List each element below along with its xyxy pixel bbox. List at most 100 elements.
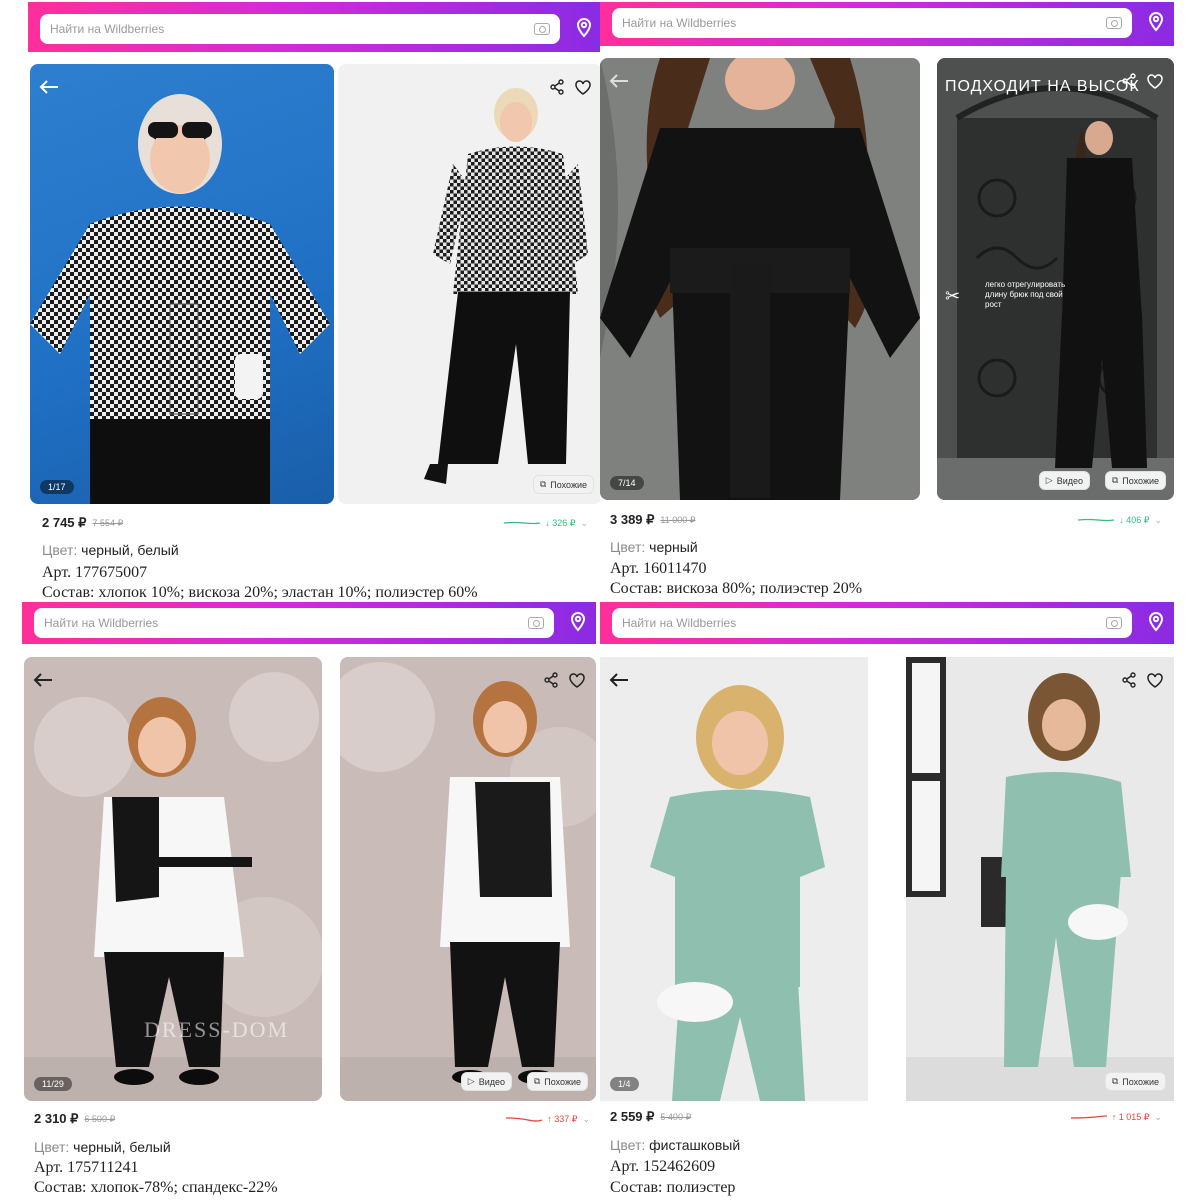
color-value: черный xyxy=(649,539,698,555)
trend-line xyxy=(504,521,541,525)
color-value: фисташковый xyxy=(649,1137,741,1153)
chevron-down-icon: ⌄ xyxy=(1154,1111,1162,1122)
search-header: Найти на Wildberries xyxy=(28,2,602,52)
photo-counter: 11/29 xyxy=(34,1077,72,1091)
old-price: 6 500 ₽ xyxy=(84,1113,116,1124)
trend-value: ↑ 1 015 ₽ xyxy=(1111,1111,1150,1122)
share-icon[interactable] xyxy=(540,669,562,691)
price-trend[interactable]: ↓ 326 ₽ ⌄ xyxy=(504,518,588,529)
color-row: Цвет: черный xyxy=(610,539,698,555)
color-label: Цвет: xyxy=(610,1137,646,1153)
photo-counter: 7/14 xyxy=(610,476,644,490)
photo-illustration xyxy=(906,657,1174,1101)
current-price: 2 745 ₽ xyxy=(42,515,87,530)
price-row: 2 745 ₽ 7 554 ₽ ↓ 326 ₽ ⌄ xyxy=(42,514,588,532)
camera-icon[interactable] xyxy=(1106,17,1122,29)
price-trend[interactable]: ↑ 1 015 ₽ ⌄ xyxy=(1070,1111,1162,1123)
composition: Состав: хлопок 10%; вискоза 20%; эластан… xyxy=(42,584,478,600)
color-row: Цвет: черный, белый xyxy=(42,542,179,558)
search-input[interactable]: Найти на Wildberries xyxy=(50,22,534,36)
article-number: Арт. 177675007 xyxy=(42,564,148,581)
back-arrow-icon[interactable] xyxy=(38,76,60,98)
heart-icon[interactable] xyxy=(1144,669,1166,691)
trend-line xyxy=(506,1117,543,1122)
share-icon[interactable] xyxy=(1118,669,1140,691)
trend-value: ↑ 337 ₽ xyxy=(547,1113,578,1124)
brand-watermark: DRESS-DOM xyxy=(144,1017,290,1042)
similar-label: Похожие xyxy=(1122,1076,1159,1087)
location-pin-icon[interactable] xyxy=(1148,612,1164,632)
photo-counter: 1/17 xyxy=(40,480,74,494)
product-photo-secondary[interactable]: ПОДХОДИТ НА ВЫСОК легко отрегулировать д… xyxy=(937,58,1174,500)
search-input[interactable]: Найти на Wildberries xyxy=(622,616,1106,630)
camera-icon[interactable] xyxy=(1106,617,1122,629)
share-icon[interactable] xyxy=(546,76,568,98)
color-value: черный, белый xyxy=(73,1139,171,1155)
similar-button[interactable]: ⧉ Похожие xyxy=(1104,1072,1166,1091)
search-header: Найти на Wildberries xyxy=(22,602,596,644)
search-input[interactable]: Найти на Wildberries xyxy=(622,16,1106,30)
composition: Состав: вискоза 80%; полиэстер 20% xyxy=(610,580,863,597)
search-field[interactable]: Найти на Wildberries xyxy=(612,608,1132,638)
photo-counter: 1/4 xyxy=(610,1077,639,1091)
color-row: Цвет: черный, белый xyxy=(34,1139,171,1155)
camera-icon[interactable] xyxy=(534,23,550,35)
price-row: 2 559 ₽ 5 400 ₽ ↑ 1 015 ₽ ⌄ xyxy=(610,1108,1162,1126)
back-arrow-icon[interactable] xyxy=(32,669,54,691)
video-button[interactable]: ▷ Видео xyxy=(460,1072,512,1091)
color-value: черный, белый xyxy=(81,542,179,558)
video-button[interactable]: ▷ Видео xyxy=(1038,471,1090,490)
back-arrow-icon[interactable] xyxy=(608,70,630,92)
play-icon: ▷ xyxy=(1045,475,1053,485)
promo-title: ПОДХОДИТ НА ВЫСОК xyxy=(945,78,1140,95)
color-label: Цвет: xyxy=(34,1139,70,1155)
article-number: Арт. 152462609 xyxy=(610,1158,716,1175)
product-photo-main[interactable]: 1/17 xyxy=(30,64,334,504)
product-photo-secondary[interactable]: ⧉ Похожие xyxy=(906,657,1174,1101)
heart-icon[interactable] xyxy=(572,76,594,98)
article-number: Арт. 175711241 xyxy=(34,1159,139,1176)
chevron-down-icon: ⌄ xyxy=(1154,514,1162,525)
search-input[interactable]: Найти на Wildberries xyxy=(44,616,528,630)
scissors-icon: ✂ xyxy=(945,286,961,306)
photo-illustration xyxy=(600,58,920,500)
trend-line xyxy=(1078,518,1115,522)
heart-icon[interactable] xyxy=(566,669,588,691)
price-row: 3 389 ₽ 11 000 ₽ ↓ 406 ₽ ⌄ xyxy=(610,511,1162,529)
similar-button[interactable]: ⧉ Похожие xyxy=(1104,471,1166,490)
price-trend[interactable]: ↑ 337 ₽ ⌄ xyxy=(506,1114,590,1125)
similar-button[interactable]: ⧉ Похожие xyxy=(526,1072,588,1091)
location-pin-icon[interactable] xyxy=(570,612,586,632)
heart-icon[interactable] xyxy=(1144,70,1166,92)
product-photo-main[interactable]: 7/14 xyxy=(600,58,920,500)
search-field[interactable]: Найти на Wildberries xyxy=(40,14,560,44)
photo-illustration xyxy=(30,94,330,504)
product-photo-main[interactable]: DRESS-DOM 11/29 xyxy=(24,657,322,1101)
location-pin-icon[interactable] xyxy=(576,18,592,38)
color-label: Цвет: xyxy=(610,539,646,555)
product-photo-secondary[interactable]: ⧉ Похожие xyxy=(338,64,602,504)
camera-icon[interactable] xyxy=(528,617,544,629)
composition: Состав: хлопок-78%; спандекс-22% xyxy=(34,1179,278,1196)
product-photo-secondary[interactable]: ▷ Видео ⧉ Похожие xyxy=(340,657,596,1101)
product-card-1: Найти на Wildberries 1/17 ⧉ Похожие 2 74… xyxy=(28,2,602,600)
product-card-2: Найти на Wildberries 7/14 ПОДХОДИТ НА ВЫ… xyxy=(600,2,1174,600)
share-icon[interactable] xyxy=(1118,70,1140,92)
product-card-3: Найти на Wildberries DRESS-DOM 11/29 ▷ В… xyxy=(22,602,596,1200)
photo-illustration xyxy=(600,657,868,1101)
trend-value: ↓ 406 ₽ xyxy=(1119,514,1150,525)
play-icon: ▷ xyxy=(467,1076,475,1086)
video-label: Видео xyxy=(1056,475,1083,486)
search-field[interactable]: Найти на Wildberries xyxy=(612,8,1132,38)
price-row: 2 310 ₽ 6 500 ₽ ↑ 337 ₽ ⌄ xyxy=(34,1110,590,1128)
color-label: Цвет: xyxy=(42,542,78,558)
product-photo-main[interactable]: 1/4 xyxy=(600,657,868,1101)
back-arrow-icon[interactable] xyxy=(608,669,630,691)
price-trend[interactable]: ↓ 406 ₽ ⌄ xyxy=(1078,515,1162,526)
search-field[interactable]: Найти на Wildberries xyxy=(34,608,554,638)
chevron-down-icon: ⌄ xyxy=(580,517,588,528)
location-pin-icon[interactable] xyxy=(1148,12,1164,32)
similar-button[interactable]: ⧉ Похожие xyxy=(532,475,594,494)
similar-icon: ⧉ xyxy=(1111,475,1119,485)
color-row: Цвет: фисташковый xyxy=(610,1137,740,1153)
